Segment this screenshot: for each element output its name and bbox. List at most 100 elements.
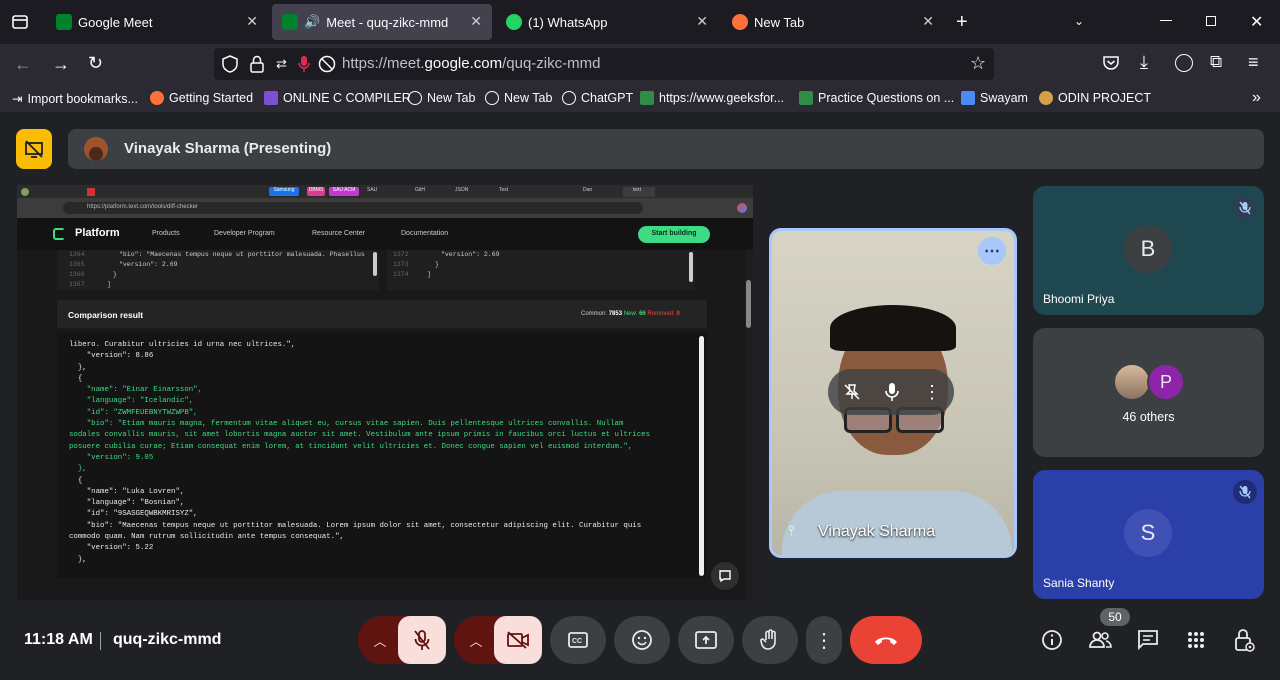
presenting-indicator[interactable] [16,129,52,169]
svg-text:CC: CC [572,638,582,645]
avatar: B [1124,225,1172,273]
video-settings-chevron-icon[interactable]: ︿ [464,628,488,652]
tab-whatsapp[interactable]: (1) WhatsApp ✕ [496,4,718,40]
emoji-button[interactable] [614,616,670,664]
others-count: 46 others [1122,410,1175,424]
url-text[interactable]: https://meet.google.com/quq-zikc-mmd [342,55,600,72]
bookmark-item[interactable]: ⇥ Import bookmarks... [12,91,138,107]
pin-off-icon[interactable] [838,378,866,406]
people-button[interactable] [1086,626,1114,654]
raise-hand-button[interactable] [742,616,798,664]
account-icon[interactable] [1175,54,1193,72]
site-nav-developer: Developer Program [214,230,275,237]
profile-icon [737,203,747,213]
shared-tab-label: DBMS [307,187,325,196]
pocket-icon[interactable] [1102,54,1120,77]
bookmark-item[interactable]: https://www.geeksfor... [640,91,784,105]
new-tab-icon[interactable]: + [956,11,968,34]
tile-hover-controls: ⋮ [828,369,954,415]
tab-list-icon[interactable] [10,12,30,32]
more-vert-icon[interactable]: ⋮ [922,378,942,406]
avatar: S [1124,509,1172,557]
microphone-muted-icon[interactable] [298,55,310,78]
code-line: "name": "Luka Lovren", [69,487,185,496]
leave-call-button[interactable] [850,616,922,664]
camera-blocked-icon[interactable] [318,55,336,78]
more-options-button[interactable]: ⋮ [806,616,842,664]
tab-meet-call[interactable]: 🔊 Meet - quq-zikc-mmd ✕ [272,4,492,40]
code-line: "bio": "Maecenas tempus neque ut porttit… [69,521,642,530]
compiler-icon [264,91,278,105]
platform-logo-icon [53,228,65,240]
meet-call-area: Vinayak Sharma (Presenting) Samsung DBMS… [0,112,1280,680]
bookmark-item[interactable]: Practice Questions on ... [799,91,954,105]
code-line: libero. Curabitur ultricies id urna nec … [69,341,296,349]
participant-tile[interactable]: S Sania Shanty [1033,470,1264,599]
meeting-info-button[interactable] [1038,626,1066,654]
divider [100,632,101,650]
close-tab-icon[interactable]: ✕ [246,13,258,30]
camera-off-button[interactable] [494,616,542,664]
bookmark-item[interactable]: Getting Started [150,91,253,105]
page-scrollbar[interactable] [746,280,751,328]
chat-button[interactable] [1134,626,1162,654]
site-nav-resource: Resource Center [312,230,365,237]
presenter-name: Vinayak Sharma (Presenting) [124,140,332,157]
minimize-icon[interactable] [1160,20,1172,21]
forward-icon[interactable]: → [52,54,70,75]
tab-new-tab[interactable]: New Tab ✕ [722,4,944,40]
code-line: 1374] [393,271,431,278]
extensions-icon[interactable]: ⧉ [1210,52,1222,72]
lock-icon[interactable] [250,55,264,78]
bookmark-item[interactable]: New Tab [485,91,552,105]
right-editor-scrollbar[interactable] [689,252,693,282]
browser-tab-strip: Google Meet ✕ 🔊 Meet - quq-zikc-mmd ✕ (1… [0,0,1280,44]
shared-tab-label: Text [499,187,509,193]
tab-google-meet[interactable]: Google Meet ✕ [46,4,268,40]
back-icon[interactable]: ← [14,54,32,75]
bookmark-item[interactable]: ChatGPT [562,91,633,105]
code-line: 1372 "version": 2.69 [393,251,500,258]
present-screen-button[interactable] [678,616,734,664]
chat-widget-icon[interactable] [711,562,739,590]
host-controls-button[interactable] [1230,626,1258,654]
reload-icon[interactable]: ↻ [88,53,103,74]
mute-participant-icon[interactable] [878,378,906,406]
close-tab-icon[interactable]: ✕ [922,13,934,30]
comparison-header: Comparison result Common: 7853 New: 66 R… [57,300,707,328]
bookmark-item[interactable]: Swayam [961,91,1028,105]
app-menu-icon[interactable]: ≡ [1248,52,1259,73]
shared-tab-label: Samsung [269,187,299,196]
shared-tab-label: Dan [583,187,593,193]
participant-tile[interactable]: B Bhoomi Priya [1033,186,1264,315]
code-line: 1367] [69,281,111,288]
bookmarks-overflow-icon[interactable]: » [1252,89,1261,107]
bookmark-item[interactable]: ONLINE C COMPILER [264,91,411,105]
odin-icon [1039,91,1053,105]
close-tab-icon[interactable]: ✕ [696,13,708,30]
others-tile[interactable]: P 46 others [1033,328,1264,457]
captions-button[interactable]: CC [550,616,606,664]
comparison-scrollbar[interactable] [699,336,704,576]
url-bar[interactable]: ⇄ https://meet.google.com/quq-zikc-mmd ☆ [214,48,994,80]
activities-button[interactable] [1182,626,1210,654]
tracking-protection-icon[interactable] [222,55,238,78]
downloads-icon[interactable]: ⤓ [1140,52,1148,73]
left-editor-scrollbar[interactable] [373,252,377,276]
list-all-tabs-icon[interactable]: ⌄ [1074,14,1084,28]
bookmark-star-icon[interactable]: ☆ [970,53,986,74]
speaker-tile[interactable]: ⋯ ⋮ ⫯ Vinayak Sharma [769,228,1017,558]
close-window-icon[interactable]: ✕ [1250,12,1263,32]
permissions-icon[interactable]: ⇄ [276,56,287,72]
more-options-button[interactable]: ⋯ [978,237,1006,265]
code-line: commodo quam. Nam rutrum sollicitudin an… [69,533,344,542]
restore-icon[interactable] [1206,16,1216,26]
bookmark-item[interactable]: New Tab [408,91,475,105]
audio-settings-chevron-icon[interactable]: ︿ [368,628,392,652]
close-tab-icon[interactable]: ✕ [470,13,482,30]
site-cta: Start building [638,226,710,243]
globe-icon [408,91,422,105]
shared-url: https://platform.text.com/tools/diff-che… [63,202,643,214]
bookmark-item[interactable]: ODIN PROJECT [1039,91,1151,105]
mic-off-button[interactable] [398,616,446,664]
